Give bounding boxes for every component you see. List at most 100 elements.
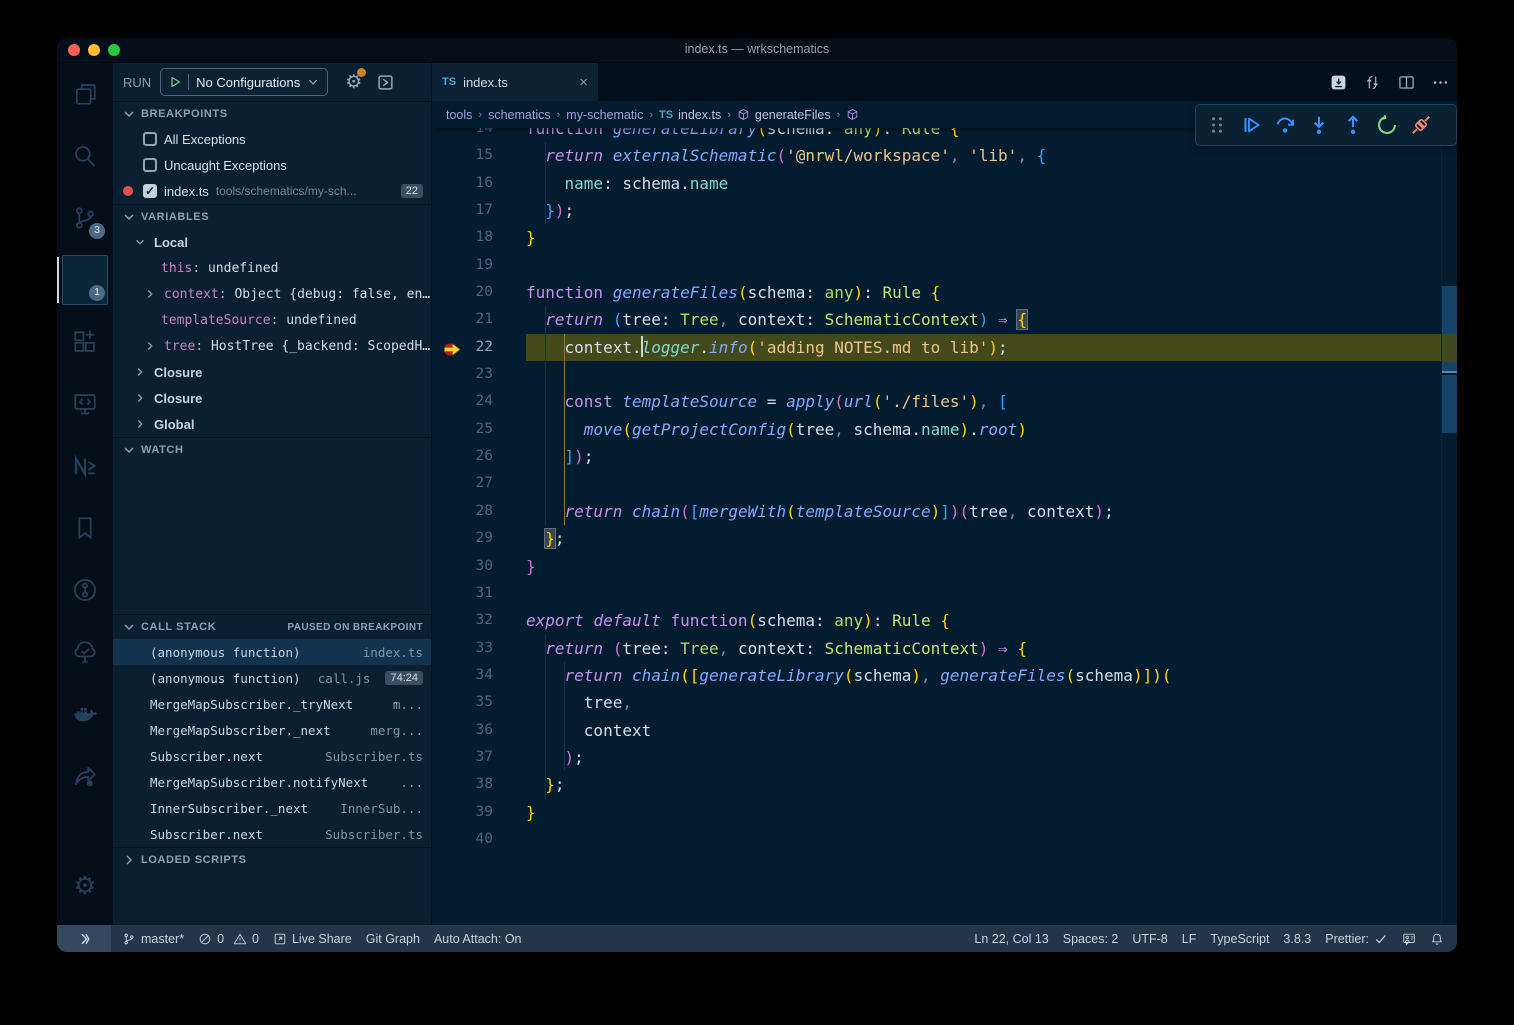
statusbar-item[interactable]: LF — [1175, 925, 1204, 952]
code-line-15[interactable]: 15 return externalSchematic('@nrwl/works… — [432, 142, 1457, 169]
split-editor-icon[interactable] — [1398, 74, 1415, 91]
code-line-30[interactable]: 30} — [432, 553, 1457, 580]
activity-remote-explorer-icon[interactable] — [57, 373, 113, 435]
more-actions-icon[interactable] — [1432, 74, 1449, 91]
launch-config-dropdown[interactable]: No Configurations — [160, 68, 328, 96]
activity-nx-console-icon[interactable] — [57, 435, 113, 497]
breadcrumb-item[interactable] — [846, 108, 864, 121]
statusbar-item[interactable]: TypeScript — [1203, 925, 1276, 952]
variable-scope-row[interactable]: Closure — [113, 385, 431, 411]
line-number[interactable]: 27 — [432, 470, 493, 497]
call-stack-frame[interactable]: (anonymous function)call.js74:24 — [113, 665, 431, 691]
line-number[interactable]: 28 — [432, 498, 493, 525]
variables-header[interactable]: VARIABLES — [113, 205, 431, 229]
start-debug-icon[interactable] — [169, 76, 181, 88]
code-line-23[interactable]: 23 — [432, 361, 1457, 388]
code-line-20[interactable]: 20function generateFiles(schema: any): R… — [432, 279, 1457, 306]
continue-icon[interactable] — [1234, 108, 1268, 142]
code-line-37[interactable]: 37 ); — [432, 744, 1457, 771]
line-number[interactable]: 18 — [432, 224, 493, 251]
call-stack-frame[interactable]: (anonymous function)index.ts — [113, 639, 431, 665]
activity-git-graph-icon[interactable] — [57, 559, 113, 621]
code-line-27[interactable]: 27 — [432, 470, 1457, 497]
variable-row[interactable]: tree: HostTree {_backend: ScopedH… — [113, 333, 431, 359]
loaded-scripts-header[interactable]: LOADED SCRIPTS — [113, 848, 431, 872]
grip-icon[interactable] — [1200, 108, 1234, 142]
code-line-18[interactable]: 18} — [432, 224, 1457, 251]
code-line-25[interactable]: 25 move(getProjectConfig(tree, schema.na… — [432, 416, 1457, 443]
watch-header[interactable]: WATCH — [113, 438, 431, 462]
breakpoint-checkbox[interactable] — [143, 132, 157, 146]
line-number[interactable]: 30 — [432, 553, 493, 580]
code-line-19[interactable]: 19 — [432, 252, 1457, 279]
code-line-32[interactable]: 32export default function(schema: any): … — [432, 607, 1457, 634]
code-editor[interactable]: 14function generateLibrary(schema: any):… — [432, 128, 1457, 925]
disconnect-icon[interactable] — [1404, 108, 1438, 142]
code-line-38[interactable]: 38 }; — [432, 771, 1457, 798]
call-stack-frame[interactable]: InnerSubscriber._nextInnerSub... — [113, 795, 431, 821]
statusbar-item[interactable]: master* — [115, 925, 191, 952]
activity-source-control-icon[interactable]: 3 — [57, 187, 113, 249]
close-tab-icon[interactable]: × — [579, 74, 588, 91]
statusbar-item[interactable]: Prettier: — [1318, 925, 1395, 952]
call-stack-frame[interactable]: MergeMapSubscriber._nextmerg... — [113, 717, 431, 743]
line-number[interactable]: 25 — [432, 416, 493, 443]
title-bar[interactable]: index.ts — wrkschematics — [57, 38, 1457, 63]
statusbar-item[interactable]: UTF-8 — [1125, 925, 1174, 952]
code-line-16[interactable]: 16 name: schema.name — [432, 170, 1457, 197]
code-line-39[interactable]: 39} — [432, 799, 1457, 826]
call-stack-frame[interactable]: MergeMapSubscriber.notifyNext... — [113, 769, 431, 795]
statusbar-item[interactable]: Auto Attach: On — [427, 925, 529, 952]
line-number[interactable]: 21 — [432, 306, 493, 333]
paused-breakpoint-icon[interactable] — [442, 339, 462, 356]
activity-search-icon[interactable] — [57, 125, 113, 187]
line-number[interactable]: 26 — [432, 443, 493, 470]
statusbar-item[interactable]: Ln 22, Col 13 — [967, 925, 1055, 952]
breadcrumb-item[interactable]: my-schematic — [566, 108, 643, 122]
variable-row[interactable]: this: undefined — [113, 255, 431, 281]
line-number[interactable]: 33 — [432, 635, 493, 662]
statusbar-item[interactable]: Spaces: 2 — [1056, 925, 1126, 952]
code-line-29[interactable]: 29 }; — [432, 525, 1457, 552]
call-stack-frame[interactable]: Subscriber.nextSubscriber.ts — [113, 743, 431, 769]
step-into-icon[interactable] — [1302, 108, 1336, 142]
line-number[interactable]: 17 — [432, 197, 493, 224]
statusbar-item[interactable] — [1395, 925, 1423, 952]
breakpoint-checkbox[interactable] — [143, 158, 157, 172]
code-line-33[interactable]: 33 return (tree: Tree, context: Schemati… — [432, 635, 1457, 662]
breakpoint-row[interactable]: Uncaught Exceptions — [113, 152, 431, 178]
remote-indicator[interactable] — [57, 925, 111, 952]
statusbar-item[interactable] — [1423, 925, 1451, 952]
code-line-17[interactable]: 17 }); — [432, 197, 1457, 224]
line-number[interactable]: 36 — [432, 717, 493, 744]
statusbar-item[interactable]: Git Graph — [359, 925, 427, 952]
line-number[interactable]: 23 — [432, 361, 493, 388]
restart-icon[interactable] — [1370, 108, 1404, 142]
line-number[interactable]: 35 — [432, 689, 493, 716]
code-line-31[interactable]: 31 — [432, 580, 1457, 607]
breakpoints-header[interactable]: BREAKPOINTS — [113, 102, 431, 126]
line-number[interactable]: 24 — [432, 388, 493, 415]
line-number[interactable]: 34 — [432, 662, 493, 689]
line-number[interactable]: 32 — [432, 607, 493, 634]
activity-todo-tree-icon[interactable] — [57, 621, 113, 683]
code-line-21[interactable]: 21 return (tree: Tree, context: Schemati… — [432, 306, 1457, 333]
line-number[interactable]: 37 — [432, 744, 493, 771]
breadcrumb-item[interactable]: tools — [446, 108, 472, 122]
breakpoint-row[interactable]: ✓index.tstools/schematics/my-sch...22 — [113, 178, 431, 204]
code-line-24[interactable]: 24 const templateSource = apply(url('./f… — [432, 388, 1457, 415]
breakpoint-row[interactable]: All Exceptions — [113, 126, 431, 152]
debug-console-button[interactable] — [377, 74, 394, 91]
activity-files-icon[interactable] — [57, 63, 113, 125]
code-line-40[interactable]: 40 — [432, 826, 1457, 853]
step-out-icon[interactable] — [1336, 108, 1370, 142]
code-line-34[interactable]: 34 return chain([generateLibrary(schema)… — [432, 662, 1457, 689]
open-changes-icon[interactable] — [1330, 74, 1347, 91]
line-number[interactable]: 16 — [432, 170, 493, 197]
line-number[interactable]: 29 — [432, 525, 493, 552]
activity-extensions-icon[interactable] — [57, 311, 113, 373]
call-stack-frame[interactable]: MergeMapSubscriber._tryNextm... — [113, 691, 431, 717]
statusbar-item[interactable]: Live Share — [266, 925, 359, 952]
line-number[interactable]: 15 — [432, 142, 493, 169]
breadcrumb-item[interactable]: TSindex.ts — [659, 108, 721, 122]
